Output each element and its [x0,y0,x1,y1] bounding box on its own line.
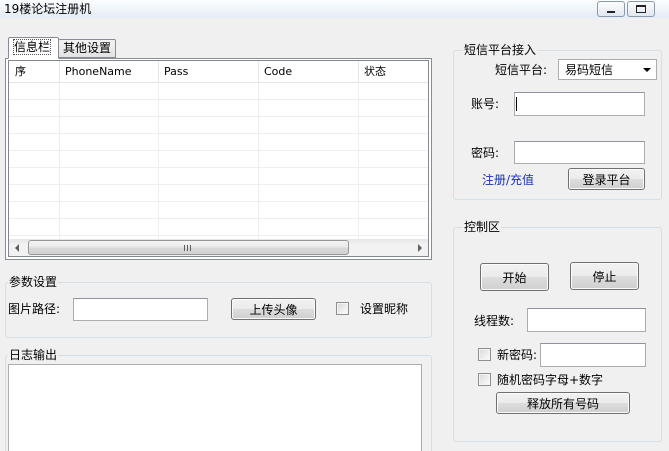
random-password-label[interactable]: 随机密码字母+数字 [497,373,603,387]
sms-group-title: 短信平台接入 [463,43,538,57]
minimize-icon [607,11,615,13]
set-nickname-label[interactable]: 设置昵称 [360,302,408,316]
params-group: 参数设置 图片路径: 上传头像 设置昵称 [5,275,432,338]
upload-avatar-button[interactable]: 上传头像 [231,298,316,320]
column-gridline [358,83,359,239]
column-header-code[interactable]: Code [259,61,359,82]
tab-info[interactable]: 信息栏 [8,37,59,59]
column-header-phone-name[interactable]: PhoneName [60,61,159,82]
control-group: 控制区 开始 停止 线程数: 新密码: 随机密码字母+数字 释放所有号码 [453,220,662,442]
log-group: 日志输出 [5,348,432,451]
register-recharge-link[interactable]: 注册/充值 [482,173,534,187]
login-platform-button[interactable]: 登录平台 [568,168,645,190]
text-caret [516,97,517,111]
new-password-input[interactable] [540,343,646,367]
random-password-checkbox[interactable] [478,373,491,386]
column-header-pass[interactable]: Pass [159,61,259,82]
image-path-input[interactable] [73,298,208,321]
window-title: 19楼论坛注册机 [4,2,92,16]
tab-other-settings[interactable]: 其他设置 [58,39,116,58]
image-path-label: 图片路径: [8,302,61,316]
platform-select[interactable]: 易码短信 [558,59,657,80]
scroll-left-button[interactable] [9,239,26,256]
new-password-label[interactable]: 新密码: [497,348,537,362]
list-header: 序 PhoneName Pass Code 状态 [9,61,428,83]
set-nickname-checkbox[interactable] [336,302,349,315]
tab-info-label: 信息栏 [12,39,52,55]
maximize-button[interactable] [627,1,655,17]
log-output[interactable] [8,364,422,451]
column-gridline [59,83,60,239]
minimize-button[interactable] [597,1,625,17]
platform-label: 短信平台: [495,63,548,77]
list-body[interactable] [9,83,428,239]
scroll-thumb[interactable] [28,240,349,255]
account-input[interactable] [514,92,645,116]
account-list[interactable]: 序 PhoneName Pass Code 状态 [8,60,429,257]
new-password-checkbox[interactable] [478,348,491,361]
column-header-index[interactable]: 序 [9,61,60,82]
threads-label: 线程数: [474,314,515,328]
account-label: 账号: [471,97,500,111]
column-gridline [158,83,159,239]
log-group-title: 日志输出 [8,348,59,362]
app-window: 19楼论坛注册机 信息栏 其他设置 序 PhoneName Pass Code … [0,0,669,451]
title-bar[interactable]: 19楼论坛注册机 [0,0,669,18]
maximize-icon [636,5,646,13]
column-gridline [258,83,259,239]
stop-button[interactable]: 停止 [570,262,639,290]
password-input[interactable] [514,141,645,164]
arrow-right-icon [418,244,422,252]
tab-panel-info: 序 PhoneName Pass Code 状态 [5,58,432,260]
grip-icon [184,245,191,251]
arrow-left-icon [15,244,19,252]
horizontal-scrollbar[interactable] [9,239,428,256]
column-header-status[interactable]: 状态 [359,61,428,82]
scroll-track[interactable] [26,239,411,256]
control-group-title: 控制区 [463,220,502,234]
platform-select-value: 易码短信 [565,63,614,77]
threads-input[interactable] [527,308,646,332]
params-group-title: 参数设置 [8,275,59,289]
release-all-numbers-button[interactable]: 释放所有号码 [496,392,630,414]
sms-platform-group: 短信平台接入 短信平台: 易码短信 账号: 密码: 注册/充值 登录平台 [453,43,662,200]
password-label: 密码: [471,146,500,160]
scroll-right-button[interactable] [411,239,428,256]
chevron-down-icon [643,68,651,72]
start-button[interactable]: 开始 [480,263,549,291]
tab-other-settings-label: 其他设置 [63,41,112,55]
